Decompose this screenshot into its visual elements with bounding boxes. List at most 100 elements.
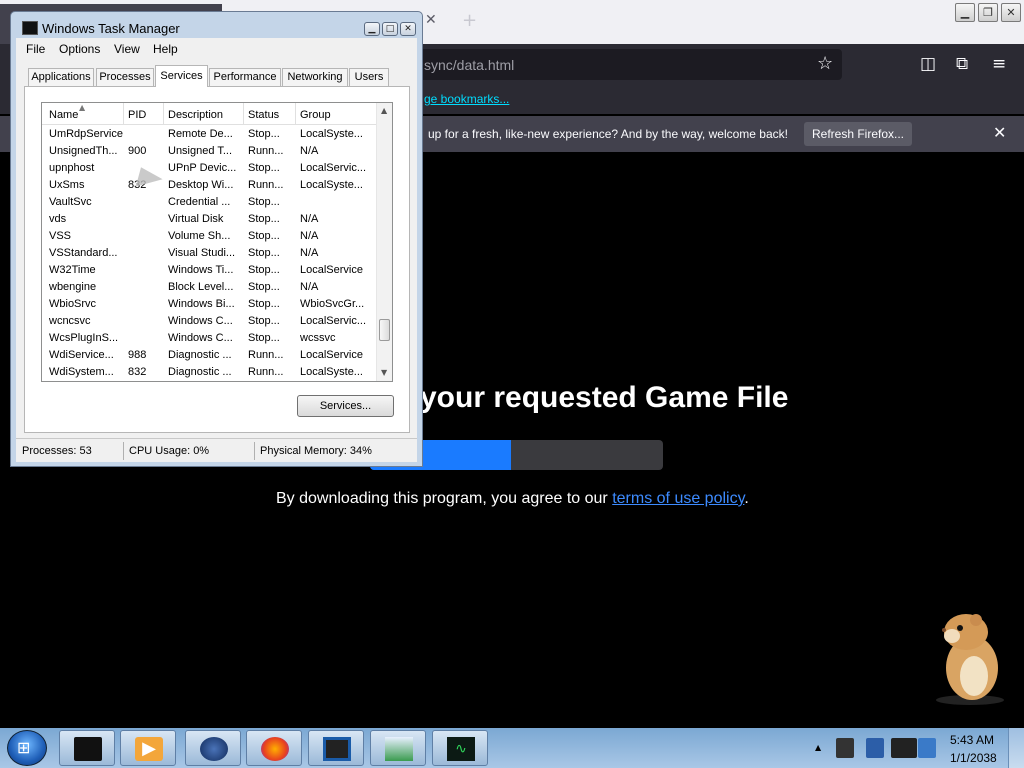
manage-bookmarks-link[interactable]: ge bookmarks... (424, 92, 509, 106)
menu-bar: File Options View Help (16, 38, 417, 59)
table-cell: wbengine (49, 281, 97, 293)
table-row[interactable]: WcsPlugInS... Windows C... Stop... wcssvc (42, 330, 376, 347)
services-list[interactable]: ▲ Name PID Description Status Group UmRd… (41, 102, 393, 382)
task-manager-titlebar[interactable]: Windows Task Manager ▁ □ ✕ (11, 12, 422, 40)
bookmark-star-icon[interactable]: ☆ (817, 53, 833, 74)
table-row[interactable]: VaultSvc Credential ... Stop... (42, 194, 376, 211)
table-row[interactable]: UxSms 832 Desktop Wi... Runn... LocalSyste..… (42, 177, 376, 194)
tray-network-icon[interactable] (918, 738, 936, 758)
services-button[interactable]: Services... (297, 395, 394, 417)
table-row[interactable]: WbioSrvc Windows Bi... Stop... WbioSvcGr... (42, 296, 376, 313)
table-cell: N/A (300, 213, 319, 225)
taskbar-app-1[interactable] (59, 730, 115, 766)
clock-date[interactable]: 1/1/2038 (950, 751, 997, 765)
table-cell: Virtual Disk (168, 213, 224, 225)
close-button[interactable]: ✕ (400, 22, 416, 36)
table-cell: UxSms (49, 179, 85, 191)
tray-monitor-icon[interactable] (891, 738, 917, 758)
table-row[interactable]: vds Virtual Disk Stop... N/A (42, 211, 376, 228)
column-status[interactable]: Status (248, 109, 279, 121)
table-row[interactable]: upnphost UPnP Devic... Stop... LocalServic.… (42, 160, 376, 177)
column-pid[interactable]: PID (128, 109, 146, 121)
taskbar-app-5[interactable] (308, 730, 364, 766)
tab-networking[interactable]: Networking (282, 68, 348, 86)
tab-close-icon[interactable]: ✕ (425, 12, 437, 28)
table-row[interactable]: WdiSystem... 832 Diagnostic ... Runn... Loca… (42, 364, 376, 381)
task-manager-window: Windows Task Manager ▁ □ ✕ File Options … (10, 11, 423, 467)
table-cell: Block Level... (168, 281, 234, 293)
close-button[interactable]: ✕ (1001, 3, 1021, 22)
table-cell: Stop... (248, 315, 280, 327)
tray-expand-icon[interactable]: ▲ (815, 743, 821, 752)
clock-time[interactable]: 5:43 AM (950, 733, 994, 747)
scrollbar-thumb[interactable] (379, 319, 390, 341)
vertical-scrollbar[interactable]: ▲ ▼ (376, 103, 392, 381)
table-cell: Stop... (248, 213, 280, 225)
minimize-button[interactable]: ▁ (955, 3, 975, 22)
address-bar-url[interactable]: sync/data.html (424, 57, 514, 73)
minimize-button[interactable]: ▁ (364, 22, 380, 36)
notification-close-icon[interactable]: ✕ (993, 123, 1006, 142)
menu-view[interactable]: View (114, 42, 140, 56)
taskbar-app-firefox[interactable] (246, 730, 302, 766)
table-cell: wcssvc (300, 332, 336, 344)
table-cell: N/A (300, 281, 319, 293)
tab-performance[interactable]: Performance (209, 68, 281, 86)
maximize-button[interactable]: □ (382, 22, 398, 36)
tray-app-icon[interactable] (836, 738, 854, 758)
table-row[interactable]: W32Time Windows Ti... Stop... LocalService (42, 262, 376, 279)
table-row[interactable]: wbengine Block Level... Stop... N/A (42, 279, 376, 296)
taskbar-app-3[interactable] (185, 730, 241, 766)
table-cell: W32Time (49, 264, 96, 276)
tab-users[interactable]: Users (349, 68, 389, 86)
task-manager-client: File Options View Help Applications Proc… (16, 38, 417, 462)
tab-applications[interactable]: Applications (28, 68, 94, 86)
scroll-down-icon[interactable]: ▼ (381, 368, 387, 377)
menu-options[interactable]: Options (59, 42, 100, 56)
tab-services[interactable]: Services (155, 65, 208, 87)
table-row[interactable]: WdiService... 988 Diagnostic ... Runn... Loc… (42, 347, 376, 364)
refresh-firefox-button[interactable]: Refresh Firefox... (804, 122, 912, 146)
windows-logo-icon: ⊞ (17, 738, 31, 757)
table-row[interactable]: VSS Volume Sh... Stop... N/A (42, 228, 376, 245)
tray-shield-icon[interactable] (866, 738, 884, 758)
column-group[interactable]: Group (300, 109, 331, 121)
table-row[interactable]: UnsignedTh... 900 Unsigned T... Runn... N/A (42, 143, 376, 160)
table-cell: LocalServic... (300, 315, 367, 327)
table-cell: Stop... (248, 281, 280, 293)
table-cell: Desktop Wi... (168, 179, 234, 191)
new-tab-icon[interactable]: + (462, 10, 477, 31)
firefox-icon (261, 737, 289, 761)
status-processes: Processes: 53 (22, 445, 92, 457)
menu-file[interactable]: File (26, 42, 45, 56)
tab-processes[interactable]: Processes (96, 68, 154, 86)
menu-icon[interactable]: ≡ (992, 54, 1006, 74)
taskbar-app-task-manager[interactable]: ∿ (432, 730, 488, 766)
pocket-icon[interactable]: ◫ (920, 54, 936, 74)
table-cell: LocalSyste... (300, 128, 363, 140)
taskbar-app-2[interactable]: ▶ (120, 730, 176, 766)
taskbar-app-6[interactable] (370, 730, 426, 766)
table-row[interactable]: UmRdpService Remote De... Stop... LocalSyst… (42, 126, 376, 143)
column-description[interactable]: Description (168, 109, 223, 121)
task-manager-graph-icon: ∿ (447, 737, 475, 761)
show-desktop-button[interactable] (1008, 728, 1024, 768)
column-name[interactable]: Name (49, 109, 78, 121)
table-cell: WdiSystem... (49, 366, 114, 378)
table-row[interactable]: VSStandard... Visual Studi... Stop... N/A (42, 245, 376, 262)
menu-help[interactable]: Help (153, 42, 178, 56)
table-cell: Volume Sh... (168, 230, 231, 242)
table-cell: Stop... (248, 264, 280, 276)
terms-of-use-link[interactable]: terms of use policy (612, 490, 744, 507)
extensions-icon[interactable]: ⧉ (956, 54, 968, 74)
table-cell: Windows C... (168, 315, 233, 327)
media-player-icon: ▶ (135, 737, 163, 761)
restore-button[interactable]: ❐ (978, 3, 998, 22)
table-cell: Remote De... (168, 128, 233, 140)
table-cell: VSStandard... (49, 247, 118, 259)
table-row[interactable]: wcncsvc Windows C... Stop... LocalServic... (42, 313, 376, 330)
table-cell: UnsignedTh... (49, 145, 118, 157)
table-cell: VSS (49, 230, 72, 242)
table-cell: vds (49, 213, 67, 225)
scroll-up-icon[interactable]: ▲ (381, 106, 387, 115)
